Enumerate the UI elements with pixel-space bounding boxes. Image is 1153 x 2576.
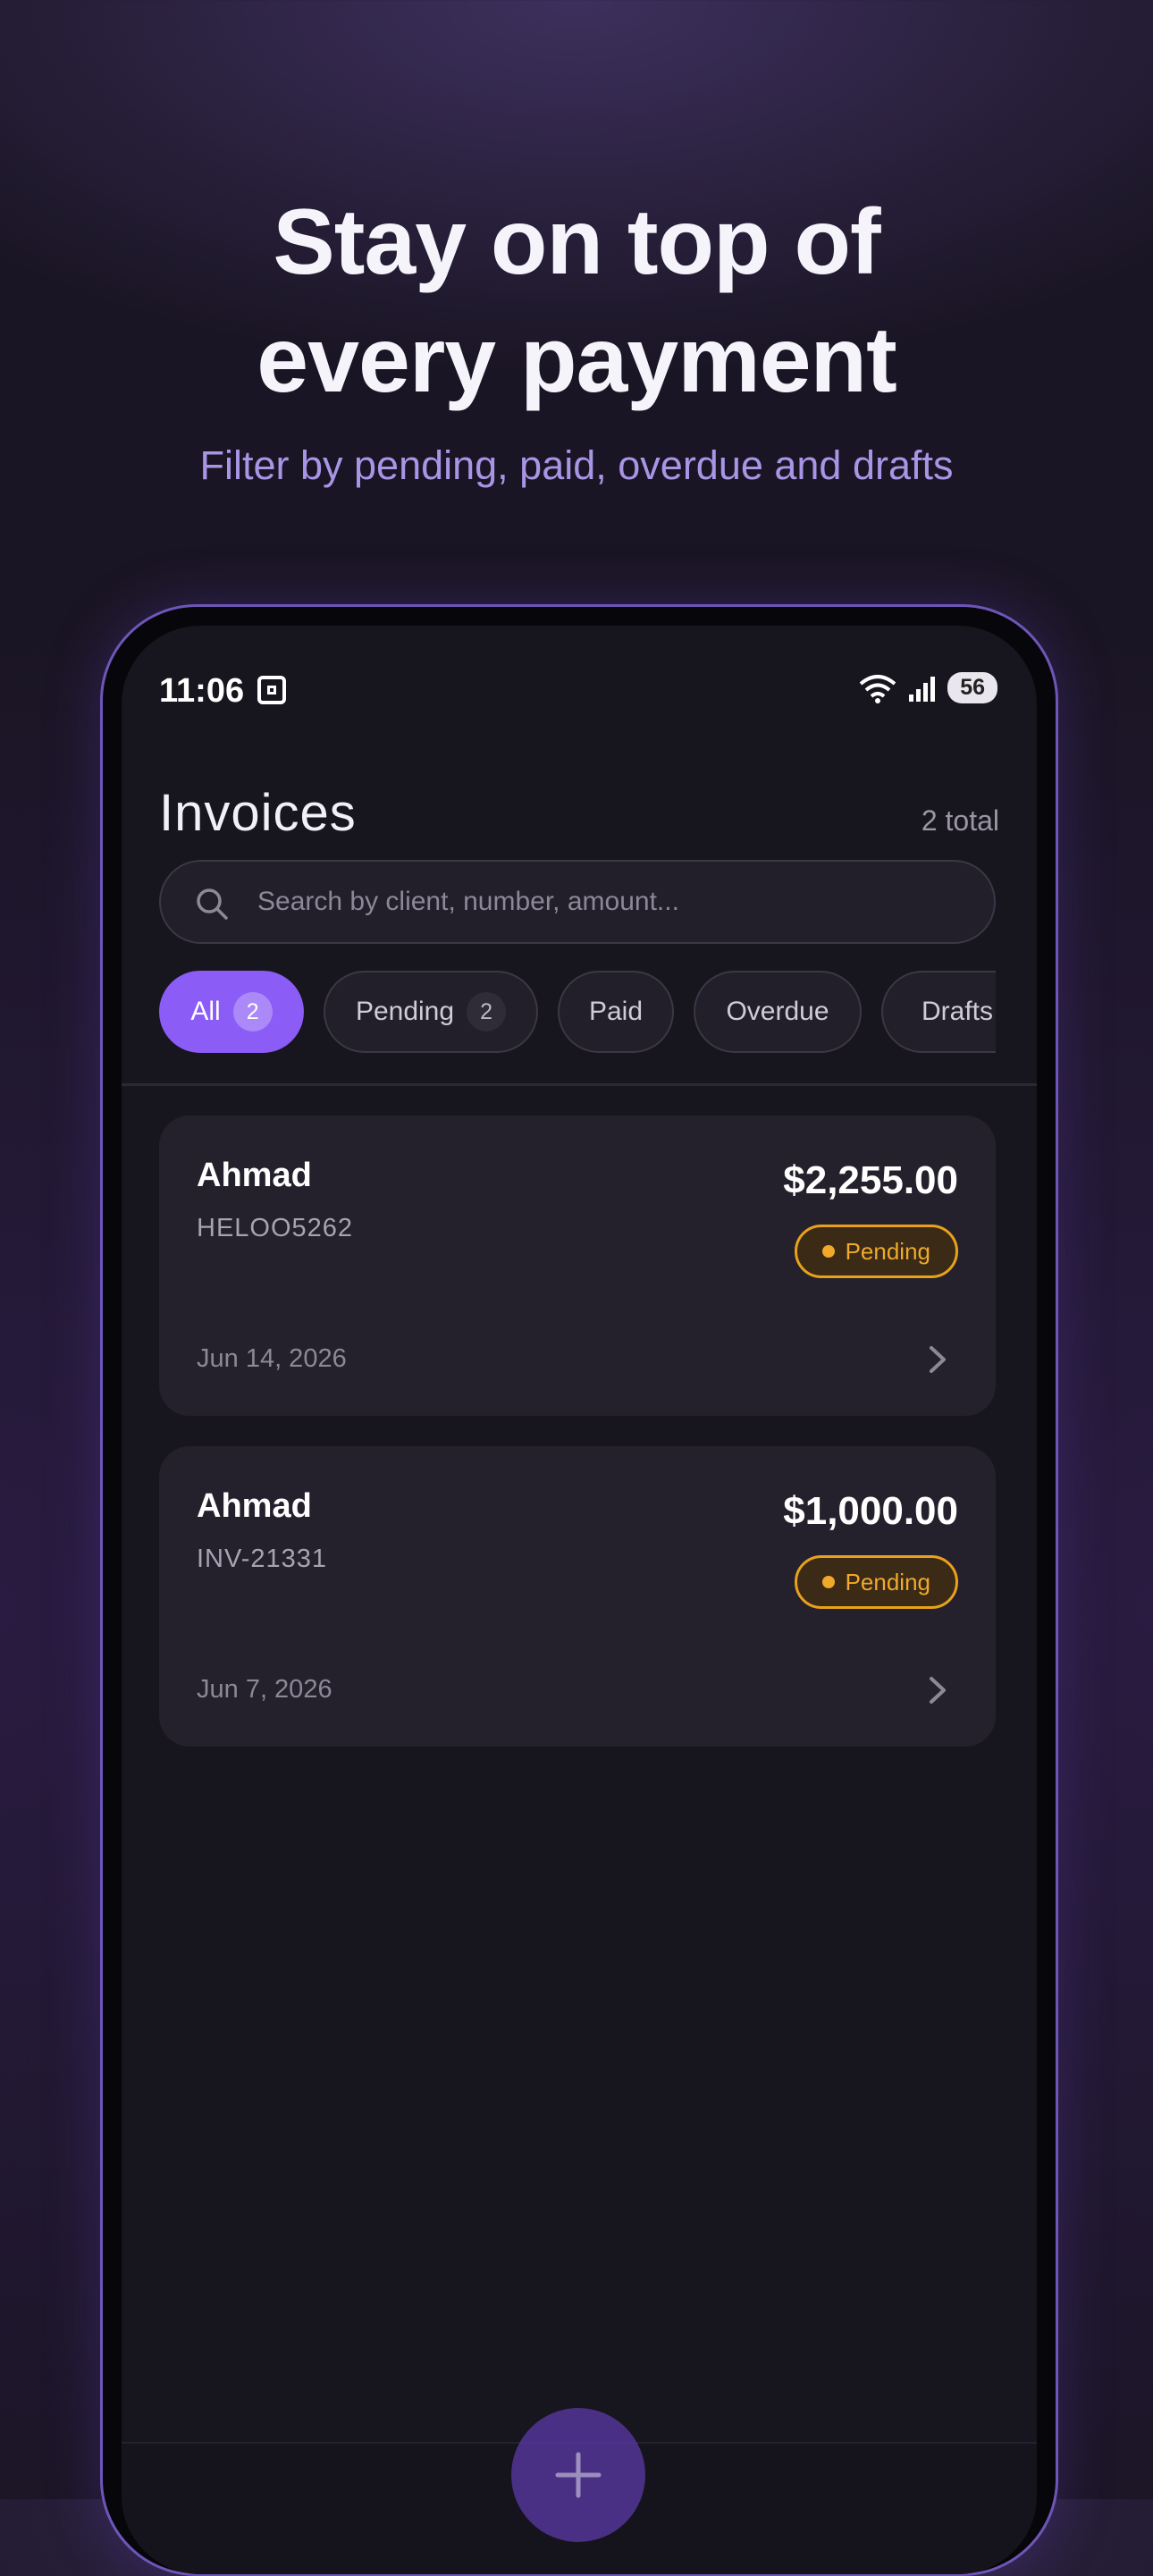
- filter-chip-label: All: [190, 997, 221, 1026]
- filter-chip-overdue[interactable]: Overdue: [694, 971, 862, 1053]
- invoice-number: INV-21331: [197, 1545, 328, 1573]
- filter-chip-label: Drafts: [921, 997, 993, 1026]
- status-bar: 11:06 56: [122, 626, 1037, 715]
- page-title: Invoices: [159, 784, 357, 842]
- invoice-client: Ahmad: [197, 1487, 312, 1525]
- filter-chip-drafts[interactable]: Drafts: [881, 971, 996, 1053]
- battery-indicator: 56: [947, 672, 997, 703]
- invoice-client: Ahmad: [197, 1157, 312, 1194]
- promo-headline: Stay on top of every payment: [0, 183, 1153, 419]
- status-badge: Pending: [794, 1555, 958, 1609]
- status-dot-icon: [821, 1245, 835, 1258]
- header-divider: [122, 1083, 1037, 1086]
- invoice-card[interactable]: Ahmad HELOO5262 $2,255.00 Pending Jun 14…: [159, 1115, 996, 1416]
- invoice-card[interactable]: Ahmad INV-21331 $1,000.00 Pending Jun 7,…: [159, 1446, 996, 1747]
- filter-chip-all[interactable]: All 2: [159, 971, 304, 1053]
- filter-chip-count: 2: [467, 992, 507, 1031]
- filter-chips: All 2 Pending 2 Paid Overdue Drafts: [159, 971, 996, 1053]
- invoice-date: Jun 7, 2026: [197, 1675, 332, 1704]
- promo-subheadline: Filter by pending, paid, overdue and dra…: [199, 442, 954, 488]
- filter-chip-pending[interactable]: Pending 2: [324, 971, 538, 1053]
- status-icons: 56: [859, 672, 997, 703]
- promo-headline-line1: Stay on top of: [273, 190, 880, 294]
- filter-chip-label: Overdue: [726, 997, 829, 1026]
- status-badge-label: Pending: [845, 1568, 930, 1595]
- chevron-right-icon: [930, 1677, 946, 1704]
- status-time: 11:06: [159, 672, 245, 710]
- filter-chip-label: Pending: [355, 997, 455, 1026]
- status-dot-icon: [821, 1576, 835, 1588]
- signal-icon: [909, 675, 936, 702]
- invoice-date: Jun 14, 2026: [197, 1344, 347, 1373]
- invoice-amount: $2,255.00: [783, 1158, 958, 1202]
- filter-chip-paid[interactable]: Paid: [558, 971, 674, 1053]
- invoice-number: HELOO5262: [197, 1214, 354, 1242]
- chevron-right-icon: [930, 1346, 946, 1373]
- wifi-icon: [859, 674, 896, 703]
- screenshot-icon: [257, 676, 286, 704]
- add-invoice-button[interactable]: [511, 2408, 645, 2542]
- invoice-amount: $1,000.00: [783, 1489, 958, 1533]
- search-input[interactable]: Search by client, number, amount...: [159, 860, 996, 944]
- app-screen: 11:06 56 Invoices 2 total Search by clie…: [122, 626, 1037, 2574]
- filter-chip-count: 2: [232, 992, 273, 1031]
- search-placeholder: Search by client, number, amount...: [257, 887, 679, 916]
- status-badge-label: Pending: [845, 1237, 930, 1265]
- invoice-total-count: 2 total: [921, 804, 999, 837]
- promo-headline-line2: every payment: [257, 308, 896, 412]
- plus-icon: [555, 2452, 602, 2498]
- phone-frame: 11:06 56 Invoices 2 total Search by clie…: [100, 604, 1058, 2576]
- status-badge: Pending: [794, 1225, 958, 1278]
- filter-chip-label: Paid: [588, 997, 644, 1026]
- search-icon: [197, 888, 228, 920]
